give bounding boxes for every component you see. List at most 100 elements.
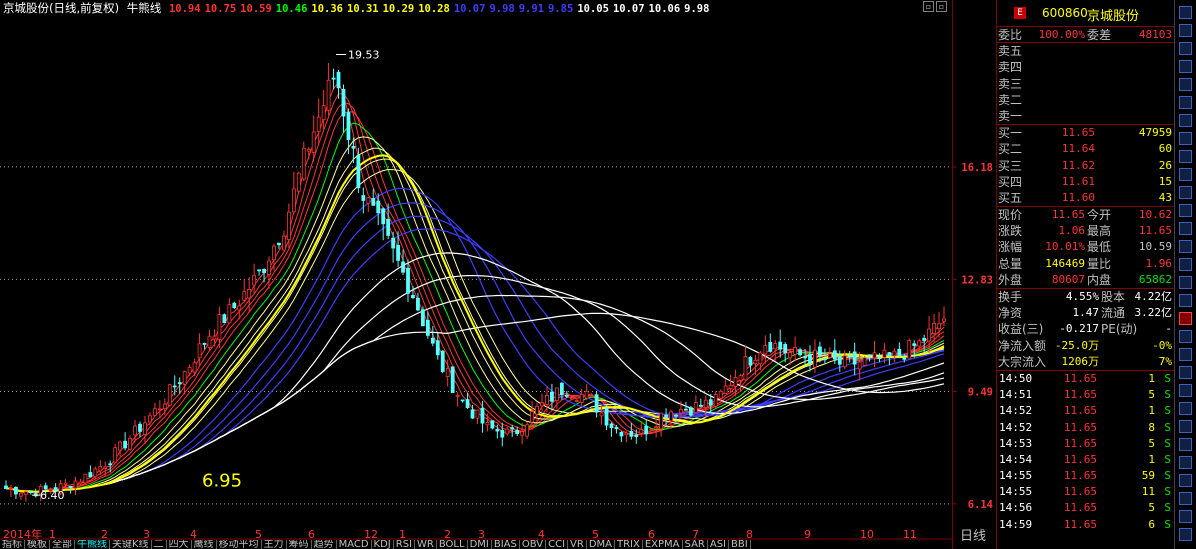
candlestick-chart[interactable]: 19.536.406.952014年 1 2 3 4 5 6 12 1 2 3 4 5 6 7 8 9 10 11: [0, 17, 953, 540]
candle-body: [376, 200, 381, 214]
candle-body: [128, 437, 132, 450]
toolbar-tool-icon[interactable]: [1179, 132, 1192, 145]
candle-body: [445, 367, 450, 377]
indicator-tab[interactable]: BBI: [729, 540, 751, 549]
toolbar-tool-icon[interactable]: [1179, 204, 1192, 217]
chart-window-buttons: ▫ ▫: [923, 1, 947, 12]
buy-row: 买三 11.62 26: [997, 158, 1174, 174]
candle-body: [832, 350, 837, 360]
indicator-tab[interactable]: 二: [152, 540, 167, 549]
toolbar-tool-icon[interactable]: [1179, 114, 1192, 127]
tick-side: S: [1164, 420, 1171, 434]
indicator-name[interactable]: 牛熊线: [127, 1, 162, 15]
toolbar-tool-icon[interactable]: [1179, 492, 1192, 505]
indicator-tab[interactable]: ASI: [708, 540, 729, 549]
candle-body: [73, 480, 78, 489]
toolbar-tool-icon[interactable]: [1179, 510, 1192, 523]
ma-value: 10.94: [168, 3, 201, 15]
candle-body: [252, 274, 257, 286]
candle-body: [540, 402, 544, 407]
restore-button[interactable]: ▫: [923, 1, 934, 12]
indicator-tab[interactable]: MACD: [337, 540, 372, 549]
candle-body: [197, 343, 202, 359]
toolbar-tool-icon[interactable]: [1179, 258, 1192, 271]
candle-body: [326, 79, 331, 111]
toolbar-tool-icon[interactable]: [1179, 402, 1192, 415]
toolbar-tool-icon[interactable]: [1179, 384, 1192, 397]
candle-body: [411, 294, 415, 299]
indicator-tab[interactable]: OBV: [520, 540, 547, 549]
indicator-tab[interactable]: KDJ: [372, 540, 394, 549]
toolbar-tool-icon[interactable]: [1179, 348, 1192, 361]
toolbar-tool-icon[interactable]: [1179, 240, 1192, 253]
toolbar-tool-icon[interactable]: [1179, 222, 1192, 235]
indicator-tab[interactable]: 鹰线: [192, 540, 217, 549]
buy-level-label: 买二: [998, 142, 1023, 157]
toolbar-tool-icon[interactable]: [1179, 150, 1192, 163]
indicator-tab[interactable]: 趋势: [312, 540, 337, 549]
kline-chart-area[interactable]: 京城股份(日线,前复权) 牛熊线 10.94 10.75 10.59 10.46 10.…: [0, 0, 953, 549]
tick-volume: 1: [1148, 452, 1155, 466]
toolbar-tool-icon[interactable]: [1179, 528, 1192, 541]
candle-body: [808, 354, 812, 364]
indicator-tab[interactable]: VR: [568, 540, 587, 549]
toolbar-tool-icon[interactable]: [1179, 96, 1192, 109]
indicator-tab[interactable]: EXPMA: [643, 540, 683, 549]
candle-body: [584, 391, 589, 399]
period-label[interactable]: 日线: [960, 525, 986, 544]
indicator-tab[interactable]: CCI: [546, 540, 569, 549]
indicator-tab[interactable]: 筹码: [287, 540, 312, 549]
candle-body: [212, 335, 217, 340]
toolbar-tool-icon[interactable]: [1179, 456, 1192, 469]
x-axis-label: 5: [255, 528, 262, 540]
toolbar-tool-icon[interactable]: [1179, 330, 1192, 343]
candle-body: [897, 348, 902, 356]
toolbar-tool-icon[interactable]: [1179, 60, 1192, 73]
tick-price: 11.65: [1063, 452, 1097, 466]
indicator-tab[interactable]: WR: [415, 540, 437, 549]
toolbar-tool-icon[interactable]: [1179, 366, 1192, 379]
indicator-tab[interactable]: 模板: [25, 540, 50, 549]
y-axis-label: 6.14: [968, 499, 993, 511]
toolbar-tool-icon[interactable]: [1179, 78, 1192, 91]
candle-body: [882, 349, 887, 358]
indicator-tab[interactable]: DMA: [587, 540, 615, 549]
toolbar-tool-icon[interactable]: [1179, 474, 1192, 487]
indicator-tab[interactable]: BIAS: [492, 540, 520, 549]
toolbar-tool-icon[interactable]: [1179, 186, 1192, 199]
indicator-tab[interactable]: BOLL: [437, 540, 468, 549]
close-button[interactable]: ▫: [936, 1, 947, 12]
indicator-tab[interactable]: 牛熊线: [75, 540, 110, 549]
indicator-tab[interactable]: TRIX: [615, 540, 643, 549]
toolbar-tool-icon[interactable]: [1179, 24, 1192, 37]
indicator-tab[interactable]: 全部: [50, 540, 75, 549]
toolbar-tool-icon[interactable]: [1179, 168, 1192, 181]
candle-body: [798, 349, 802, 356]
indicator-tab[interactable]: SAR: [683, 540, 708, 549]
toolbar-tool-icon[interactable]: [1179, 438, 1192, 451]
quote-stats: 现价 11.65 今开 10.62 涨跌 1.06 最高 11.65 涨幅 10.01% 最低 10.…: [997, 207, 1174, 289]
buy-volume: 43: [1158, 190, 1172, 204]
toolbar-tool-icon[interactable]: [1179, 294, 1192, 307]
indicator-tab[interactable]: 主力: [262, 540, 287, 549]
indicator-tab[interactable]: 指标: [0, 540, 25, 549]
toolbar-tool-icon[interactable]: [1179, 42, 1192, 55]
toolbar-tool-icon[interactable]: [1179, 6, 1192, 19]
tick-volume: 5: [1148, 436, 1155, 450]
indicator-tab[interactable]: 移动平均: [217, 540, 262, 549]
candle-body: [842, 355, 847, 368]
indicator-tab[interactable]: RSI: [394, 540, 416, 549]
tick-list[interactable]: 14:50 11.65 1 S 14:51 11.65 5 S 14:52 11.65 1 S 14:5…: [997, 371, 1174, 533]
indicator-tab[interactable]: 四大: [167, 540, 192, 549]
sell-row: 卖三: [997, 76, 1174, 92]
indicator-tab[interactable]: DMI: [468, 540, 492, 549]
toolbar-tool-icon[interactable]: [1179, 312, 1192, 325]
buy-row: 买二 11.64 60: [997, 141, 1174, 157]
tick-price: 11.65: [1063, 404, 1097, 418]
candle-body: [272, 245, 276, 261]
indicator-tab[interactable]: 关键K线: [110, 540, 152, 549]
sell-orders: 卖五 卖四 卖三 卖二 卖一: [997, 43, 1174, 126]
toolbar-tool-icon[interactable]: [1179, 276, 1192, 289]
candle-body: [331, 77, 336, 80]
toolbar-tool-icon[interactable]: [1179, 420, 1192, 433]
